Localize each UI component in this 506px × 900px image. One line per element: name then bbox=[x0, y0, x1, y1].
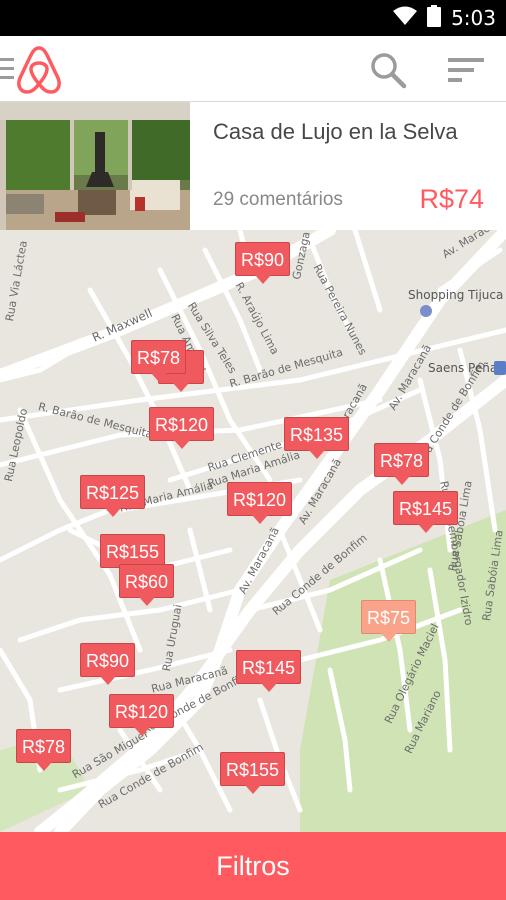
place-saens-pena[interactable]: Saens Peña bbox=[428, 361, 497, 375]
filters-button[interactable]: Filtros bbox=[0, 832, 506, 900]
place-shopping-tijuca[interactable]: Shopping Tijuca bbox=[408, 288, 503, 302]
listing-title: Casa de Lujo en la Selva bbox=[213, 119, 458, 144]
status-time: 5:03 bbox=[451, 6, 496, 30]
price-pin-viewed[interactable]: R$75 bbox=[361, 600, 417, 642]
listing-price: R$74 bbox=[419, 184, 484, 214]
price-pin[interactable]: R$135 bbox=[284, 417, 350, 459]
listing-photo[interactable] bbox=[0, 102, 190, 230]
price-pin[interactable]: R$120 bbox=[227, 482, 293, 524]
price-pin[interactable]: R$145 bbox=[393, 491, 459, 533]
app-bar bbox=[0, 36, 506, 102]
metro-icon bbox=[494, 361, 506, 375]
status-bar: 5:03 bbox=[0, 0, 506, 36]
price-pin[interactable]: R$60 bbox=[119, 564, 175, 606]
price-pin[interactable]: R$120 bbox=[149, 407, 215, 449]
price-pin[interactable]: R$145 bbox=[236, 650, 302, 692]
price-pin[interactable]: R$155 bbox=[100, 534, 166, 576]
battery-icon bbox=[427, 4, 442, 32]
price-pin[interactable]: R$125 bbox=[80, 475, 146, 517]
price-pin[interactable]: R$78 bbox=[16, 729, 72, 771]
price-pin[interactable]: R$90 bbox=[235, 242, 291, 284]
price-pin[interactable]: R$90 bbox=[80, 643, 136, 685]
listing-card[interactable]: Casa de Lujo en la Selva 29 comentários … bbox=[0, 102, 506, 230]
map[interactable]: Gonzaga Bastos Rua Pereira Nunes Av. Mar… bbox=[0, 230, 506, 832]
airbnb-logo[interactable] bbox=[14, 44, 64, 96]
price-pin[interactable]: R$78 bbox=[374, 443, 430, 485]
search-icon[interactable] bbox=[368, 50, 408, 90]
listing-reviews: 29 comentários bbox=[213, 189, 343, 210]
price-pin[interactable]: R$120 bbox=[109, 694, 175, 736]
map-marker-icon bbox=[420, 305, 432, 317]
wifi-icon bbox=[393, 6, 418, 31]
menu-icon[interactable] bbox=[0, 58, 14, 80]
price-pin[interactable]: R$155 bbox=[220, 752, 286, 794]
sort-icon[interactable] bbox=[444, 54, 488, 86]
price-pin[interactable]: R$78 bbox=[131, 340, 187, 382]
